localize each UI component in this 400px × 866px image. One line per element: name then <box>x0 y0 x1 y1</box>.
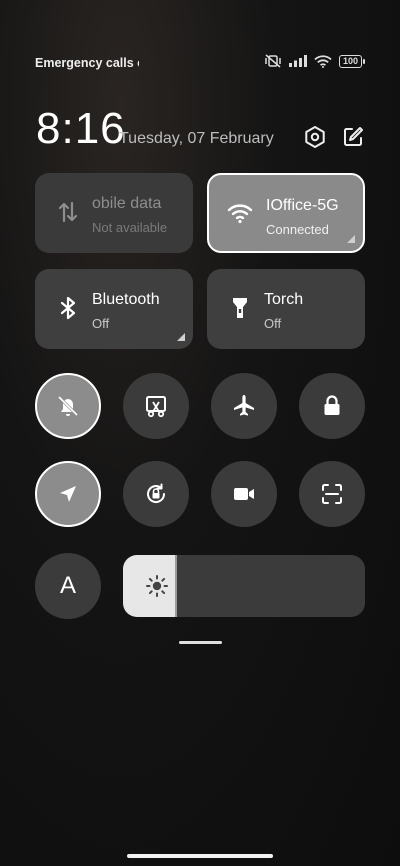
tile-torch-label: Torch <box>264 291 304 308</box>
wifi-icon <box>227 200 253 226</box>
toggle-screen-recorder[interactable] <box>211 461 277 527</box>
brightness-sun-icon <box>145 574 169 598</box>
font-size-label: A <box>59 572 76 599</box>
wifi-icon <box>314 54 332 68</box>
expand-corner-icon <box>347 235 355 243</box>
clock-date: Tuesday, 07 February <box>119 130 274 147</box>
panel-drag-handle[interactable] <box>179 641 222 644</box>
tile-mobile-data-label: obile data <box>92 195 162 212</box>
toggle-scanner[interactable] <box>299 461 365 527</box>
home-indicator[interactable] <box>127 854 273 858</box>
lock-icon <box>319 393 345 419</box>
status-bar: Emergency calls o 100 <box>35 54 366 74</box>
toggle-airplane[interactable] <box>211 373 277 439</box>
tile-wifi-status: Connected <box>266 222 329 237</box>
data-arrows-icon <box>55 199 81 225</box>
tile-wifi[interactable]: IOffice-5G Connected <box>207 173 365 253</box>
airplane-icon <box>231 393 257 419</box>
tile-torch[interactable]: Torch Off <box>207 269 365 349</box>
torch-icon <box>227 295 253 321</box>
edit-icon[interactable] <box>340 124 366 150</box>
screenshot-icon <box>143 393 169 419</box>
mute-bell-icon <box>55 393 81 419</box>
toggle-lock[interactable] <box>299 373 365 439</box>
battery-icon: 100 <box>338 54 366 68</box>
toggle-mute[interactable] <box>35 373 101 439</box>
brightness-handle[interactable] <box>175 555 177 617</box>
toggle-screenshot[interactable] <box>123 373 189 439</box>
expand-corner-icon <box>177 333 185 341</box>
tile-wifi-label: IOffice-5G <box>266 197 339 214</box>
tile-mobile-data[interactable]: obile data Not available <box>35 173 193 253</box>
brightness-slider[interactable] <box>123 555 365 617</box>
vibrate-off-icon <box>264 54 282 68</box>
video-camera-icon <box>231 481 257 507</box>
tile-bluetooth-status: Off <box>92 316 110 331</box>
settings-icon[interactable] <box>302 124 328 150</box>
scanner-icon <box>319 481 345 507</box>
toggle-location[interactable] <box>35 461 101 527</box>
tile-torch-status: Off <box>264 316 282 331</box>
tile-bluetooth[interactable]: Bluetooth Off <box>35 269 193 349</box>
status-carrier-text: Emergency calls o <box>35 56 139 70</box>
tile-bluetooth-label: Bluetooth <box>92 291 160 308</box>
rotation-lock-icon <box>143 481 169 507</box>
clock-time: 8:16 <box>36 104 126 153</box>
toggle-rotation-lock[interactable] <box>123 461 189 527</box>
font-size-button[interactable]: A <box>35 553 101 619</box>
bluetooth-icon <box>55 295 81 321</box>
tile-mobile-data-status: Not available <box>92 220 168 235</box>
location-icon <box>55 481 81 507</box>
status-icons: 100 <box>264 54 366 68</box>
signal-icon <box>288 55 307 67</box>
